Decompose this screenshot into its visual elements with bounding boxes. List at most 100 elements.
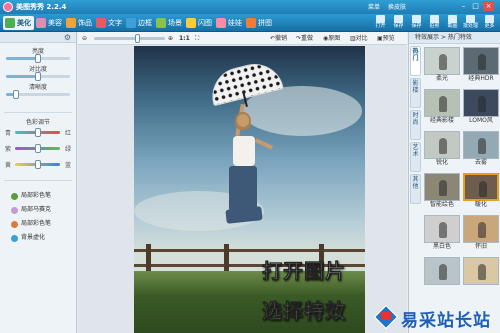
actual-size-button[interactable]: 1:1 — [179, 34, 190, 43]
maximize-button[interactable]: □ — [470, 1, 481, 11]
tab-studio[interactable]: 影楼 — [410, 78, 421, 108]
fit-icon[interactable]: ⛶ — [195, 34, 199, 43]
effect-thumbnail[interactable]: LOMO风 — [463, 89, 499, 125]
local-color-pen-tool[interactable]: 局部彩色笔 — [11, 191, 51, 201]
effect-preview-image — [424, 131, 460, 159]
slider-thumb[interactable] — [12, 90, 19, 99]
effect-label: 锐化 — [435, 159, 448, 166]
local-mosaic-tool[interactable]: 局部马赛克 — [11, 205, 51, 215]
photo-canvas[interactable]: 打开图片 选择特效 — [134, 46, 365, 333]
brightness-slider[interactable] — [6, 54, 70, 63]
effects-breadcrumb: 特效展示 > 热门特效 — [409, 32, 500, 44]
background-blur-tool[interactable]: 背景虚化 — [11, 233, 45, 243]
zoom-slider[interactable] — [94, 34, 165, 43]
save-as-button[interactable]: 保存 — [408, 15, 425, 31]
tab-scene[interactable]: 场景 — [154, 16, 185, 30]
screenshot-button[interactable]: 截图 — [444, 15, 461, 31]
effect-thumbnail[interactable]: 柔光 — [424, 47, 460, 83]
undo-button[interactable]: ↶撤销 — [270, 34, 287, 43]
tab-art[interactable]: 艺术 — [410, 142, 421, 172]
slider-thumb[interactable] — [35, 54, 41, 63]
tool-label: 背景虚化 — [21, 234, 46, 241]
purple-green-slider[interactable] — [15, 144, 60, 153]
effect-thumbnail[interactable] — [463, 257, 499, 293]
watermark-text: 易采站长站 — [401, 311, 491, 331]
brush-icon — [5, 18, 15, 28]
batch-icon — [466, 15, 475, 23]
batch-button[interactable]: 批处理 — [462, 15, 479, 31]
local-color-pen-tool-2[interactable]: 局部彩色笔 — [11, 219, 51, 229]
tab-frame[interactable]: 边框 — [124, 16, 155, 30]
open-button[interactable]: 打开 — [372, 15, 389, 31]
tab-flash[interactable]: 闪图 — [184, 16, 215, 30]
menu-link[interactable]: 菜单 — [368, 4, 380, 11]
effect-preview-image — [463, 131, 499, 159]
tab-accessories[interactable]: 饰品 — [64, 16, 95, 30]
cyan-red-slider[interactable] — [15, 128, 60, 137]
tab-hot[interactable]: 热门 — [410, 46, 421, 76]
effect-thumbnail[interactable]: 黑白色 — [424, 215, 460, 251]
effect-preview-image — [463, 47, 499, 75]
overlay-caption-2: 选择特效 — [262, 299, 346, 324]
effect-thumbnail[interactable]: 经典HDR — [463, 47, 499, 83]
minimize-button[interactable]: – — [458, 1, 469, 11]
effect-thumbnail[interactable]: 经典影楼 — [424, 89, 460, 125]
change-skin-link[interactable]: 换皮肤 — [388, 4, 406, 11]
person-arm — [254, 138, 274, 150]
compare-button[interactable]: ▥对比 — [350, 34, 368, 43]
red-label: 红 — [65, 130, 72, 137]
title-links: 菜单 换皮肤 — [368, 2, 412, 11]
undo-label: 撤销 — [275, 35, 288, 42]
preview-figure — [478, 264, 486, 280]
effect-preview-image — [424, 257, 460, 285]
blue-label: 蓝 — [65, 162, 72, 169]
effect-thumbnail[interactable]: 锐化 — [424, 131, 460, 167]
preview-figure — [478, 96, 486, 112]
canvas-toolbar: ⊖ ⊕ 1:1 ⛶ ↶撤销 ↷重做 ◉原图 ▥对比 ▣预览 — [78, 32, 407, 45]
preview-figure — [478, 54, 486, 70]
more-button[interactable]: 更多 — [481, 15, 498, 31]
effect-thumbnail[interactable] — [424, 257, 460, 293]
tab-collage[interactable]: 拼图 — [244, 16, 275, 30]
slider-thumb[interactable] — [34, 160, 41, 169]
slider-thumb[interactable] — [34, 144, 41, 153]
effect-thumbnail[interactable]: 暖化 — [463, 173, 499, 209]
camera-button[interactable]: 拍照 — [426, 15, 443, 31]
zoom-in-icon[interactable]: ⊕ — [168, 34, 173, 43]
save-button[interactable]: 保存 — [390, 15, 407, 31]
tab-text[interactable]: 文字 — [94, 16, 125, 30]
effect-thumbnail[interactable]: 智能绘色 — [424, 173, 460, 209]
tab-beautify[interactable]: 美化 — [3, 16, 34, 30]
divider — [4, 112, 72, 113]
person-jeans — [229, 166, 257, 211]
doll-icon — [216, 18, 226, 28]
effect-label: 怀旧 — [474, 243, 487, 250]
tab-other[interactable]: 其他 — [410, 174, 421, 204]
zoom-out-icon[interactable]: ⊖ — [82, 34, 87, 43]
slider-thumb[interactable] — [35, 72, 41, 81]
scene-icon — [156, 18, 166, 28]
contrast-slider[interactable] — [6, 72, 70, 81]
color-adjust-title: 色彩调节 — [25, 119, 50, 126]
sharpness-slider[interactable] — [6, 90, 70, 99]
effect-thumbnail[interactable]: 怀旧 — [463, 215, 499, 251]
preview-button[interactable]: ▣预览 — [377, 34, 395, 43]
close-button[interactable]: × — [483, 1, 494, 11]
zoom-thumb[interactable] — [135, 34, 141, 43]
tab-beauty[interactable]: 美容 — [34, 16, 65, 30]
preview-figure — [439, 222, 447, 238]
button-label: 拍照 — [429, 23, 440, 29]
slider-thumb[interactable] — [34, 128, 41, 137]
yellow-label: 黄 — [5, 162, 12, 169]
effect-thumbnail[interactable]: 去雾 — [463, 131, 499, 167]
overlay-caption-1: 打开图片 — [262, 259, 346, 284]
yellow-blue-slider[interactable] — [15, 160, 60, 169]
purple-label: 紫 — [5, 146, 12, 153]
original-button[interactable]: ◉原图 — [323, 34, 340, 43]
tab-fashion[interactable]: 时尚 — [410, 110, 421, 140]
tab-doll[interactable]: 娃娃 — [214, 16, 245, 30]
gear-icon[interactable]: ⚙ — [64, 33, 71, 42]
redo-button[interactable]: ↷重做 — [296, 34, 313, 43]
flash-icon — [186, 18, 196, 28]
site-logo-mark — [381, 312, 391, 320]
